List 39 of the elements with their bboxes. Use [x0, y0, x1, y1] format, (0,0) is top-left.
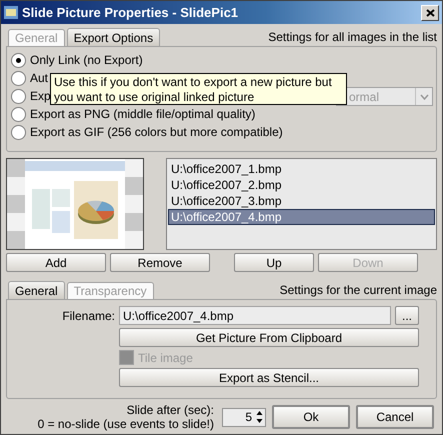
radio-button[interactable]: [11, 70, 26, 86]
list-button[interactable]: Add: [6, 253, 106, 272]
section-caption: Settings for all images in the list: [268, 30, 437, 46]
filename-label: Filename:: [61, 308, 115, 322]
dialog-button[interactable]: Cancel: [356, 405, 434, 429]
option-label: Only Link (no Export): [30, 53, 143, 67]
app-icon: [4, 6, 18, 19]
dialog-button[interactable]: Ok: [272, 405, 350, 429]
list-item[interactable]: U:\office2007_2.bmp: [168, 177, 435, 193]
tooltip: Use this if you don't want to export a new picture but you want to use original linked picture: [50, 73, 347, 105]
list-item[interactable]: U:\office2007_3.bmp: [168, 193, 435, 209]
window-title: Slide Picture Properties - SlidePic1: [22, 5, 240, 20]
list-button[interactable]: Up: [234, 253, 314, 272]
clipboard-button[interactable]: Get Picture From Clipboard: [119, 328, 419, 347]
spin-arrows-icon: [254, 409, 265, 425]
slide-after-label: Slide after (sec):: [126, 403, 214, 417]
stencil-button[interactable]: Export as Stencil...: [119, 368, 419, 387]
checkbox-label: Tile image: [138, 350, 193, 364]
seconds-spinner[interactable]: 5: [222, 408, 266, 426]
browse-button[interactable]: ...: [395, 306, 419, 325]
radio-button[interactable]: [11, 124, 26, 140]
radio-button[interactable]: [11, 52, 26, 68]
option-label: Export as GIF (256 colors but more compatible): [30, 125, 283, 139]
close-icon: [426, 8, 434, 16]
tab[interactable]: Export Options: [66, 28, 160, 46]
list-item[interactable]: U:\office2007_4.bmp: [168, 209, 435, 225]
filename-field[interactable]: U:\office2007_4.bmp: [119, 306, 391, 325]
option-label: Aut: [30, 71, 48, 85]
section-caption: Settings for the current image: [280, 283, 437, 299]
option-label: Exp: [30, 89, 51, 103]
list-item[interactable]: U:\office2007_1.bmp: [168, 161, 435, 177]
radio-button[interactable]: [11, 88, 26, 104]
tab[interactable]: General: [8, 281, 65, 299]
slide-hint: 0 = no-slide (use events to slide!): [38, 417, 214, 431]
chevron-icon: [420, 94, 428, 100]
list-button[interactable]: Remove: [110, 253, 210, 272]
close-button[interactable]: [421, 4, 439, 20]
radio-button[interactable]: [11, 106, 26, 122]
option-label: Export as PNG (middle file/optimal quality): [30, 107, 256, 121]
